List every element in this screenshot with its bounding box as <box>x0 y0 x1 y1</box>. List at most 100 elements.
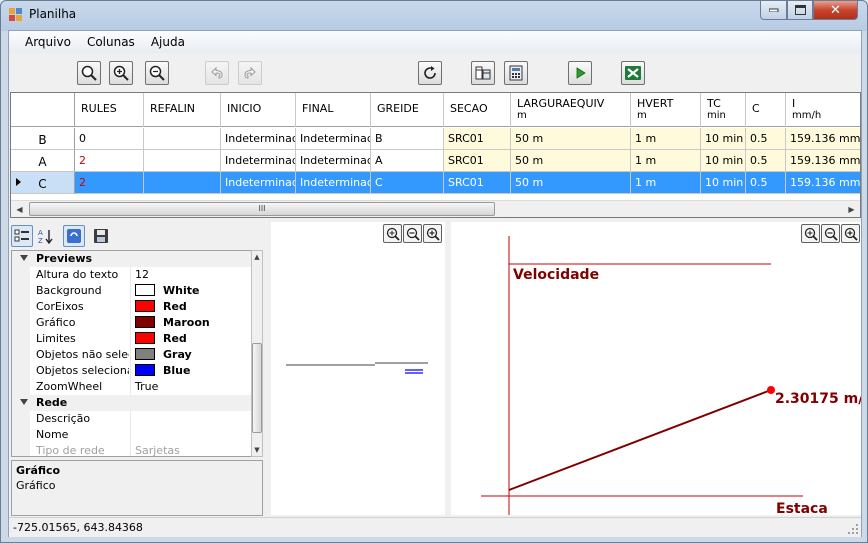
cell-secao[interactable]: SRC01 <box>444 128 511 150</box>
close-button[interactable]: ✕ <box>813 1 858 20</box>
scroll-right-arrow[interactable]: ▶ <box>843 201 860 217</box>
column-header-final[interactable]: FINAL <box>296 93 371 127</box>
property-category[interactable]: Previews <box>12 251 251 267</box>
row-header[interactable]: B <box>11 128 75 150</box>
maximize-button[interactable] <box>787 1 813 20</box>
property-value[interactable]: 12 <box>130 267 251 283</box>
column-header-refalin[interactable]: REFALIN <box>144 93 221 127</box>
menu-ajuda[interactable]: Ajuda <box>143 35 193 49</box>
column-header-i[interactable]: Imm/h <box>786 93 860 127</box>
property-value[interactable]: Red <box>130 299 251 315</box>
cell-larguraequiv[interactable]: 50 m <box>511 128 631 150</box>
column-header-larguraequiv[interactable]: LARGURAEQUIV m <box>511 93 631 127</box>
property-value[interactable]: Red <box>130 331 251 347</box>
menu-colunas[interactable]: Colunas <box>79 35 143 49</box>
property-value[interactable]: Maroon <box>130 315 251 331</box>
collapse-caret-icon[interactable] <box>20 399 28 405</box>
cell-final[interactable]: Indeterminado <box>296 150 371 172</box>
table-row[interactable]: C2IndeterminadoIndeterminadoCSRC0150 m1 … <box>11 172 860 194</box>
cell-i[interactable]: 159.136 mm/h <box>786 172 860 194</box>
plan-preview[interactable] <box>271 222 445 515</box>
categorized-button[interactable] <box>11 225 33 247</box>
cell-final[interactable]: Indeterminado <box>296 128 371 150</box>
scroll-thumb[interactable]: III <box>29 202 495 216</box>
profile-chart[interactable]: Velocidade Estaca 2.30175 m/s <box>451 222 861 515</box>
column-header-hvert[interactable]: HVERT m <box>631 93 701 127</box>
cell-refalin[interactable] <box>144 128 221 150</box>
zoom-out-button[interactable] <box>145 61 169 85</box>
cell-i[interactable]: 159.136 mm/h <box>786 150 860 172</box>
run-button[interactable] <box>568 61 592 85</box>
cell-refalin[interactable] <box>144 172 221 194</box>
scroll-up-arrow[interactable]: ▲ <box>252 251 262 263</box>
table-row[interactable]: A2IndeterminadoIndeterminadoASRC0150 m1 … <box>11 150 860 172</box>
zoom-fit-button[interactable] <box>77 61 101 85</box>
property-value[interactable] <box>130 427 251 443</box>
cell-tc[interactable]: 10 min <box>701 172 746 194</box>
alphabetical-button[interactable]: AZ <box>35 225 57 247</box>
property-value[interactable]: Gray <box>130 347 251 363</box>
column-header-rules[interactable]: RULES <box>75 93 144 127</box>
cell-tc[interactable]: 10 min <box>701 150 746 172</box>
column-header-c[interactable]: C <box>746 93 786 127</box>
calculator-button[interactable] <box>504 61 528 85</box>
property-category[interactable]: Rede <box>12 395 251 411</box>
resize-grip-icon[interactable] <box>847 523 859 535</box>
column-header-tc[interactable]: TC min <box>701 93 746 127</box>
property-row[interactable]: Objetos selecionados Blue <box>12 363 251 379</box>
save-button[interactable] <box>90 225 112 247</box>
table-row[interactable]: B0IndeterminadoIndeterminadoBSRC0150 m1 … <box>11 128 860 150</box>
redo-button[interactable] <box>238 61 262 85</box>
corner-header[interactable] <box>11 93 75 127</box>
cell-final[interactable]: Indeterminado <box>296 172 371 194</box>
cell-hvert[interactable]: 1 m <box>631 128 701 150</box>
cell-inicio[interactable]: Indeterminado <box>221 172 296 194</box>
column-header-greide[interactable]: GREIDE <box>371 93 444 127</box>
scroll-left-arrow[interactable]: ◀ <box>11 201 28 217</box>
property-row[interactable]: Limites Red <box>12 331 251 347</box>
property-pages-button[interactable] <box>63 225 85 247</box>
property-row[interactable]: Background White <box>12 283 251 299</box>
scroll-down-arrow[interactable]: ▼ <box>252 444 262 456</box>
cell-c[interactable]: 0.5 <box>746 150 786 172</box>
row-header[interactable]: C <box>11 172 75 194</box>
cell-rules[interactable]: 2 <box>75 150 144 172</box>
property-scroll-thumb[interactable] <box>252 343 262 433</box>
cell-inicio[interactable]: Indeterminado <box>221 128 296 150</box>
menu-arquivo[interactable]: Arquivo <box>17 35 79 49</box>
cell-inicio[interactable]: Indeterminado <box>221 150 296 172</box>
property-value[interactable]: Blue <box>130 363 251 379</box>
cell-rules[interactable]: 2 <box>75 172 144 194</box>
property-value[interactable]: Sarjetas <box>130 443 251 456</box>
cell-secao[interactable]: SRC01 <box>444 172 511 194</box>
property-row[interactable]: ZoomWheel True <box>12 379 251 395</box>
cell-larguraequiv[interactable]: 50 m <box>511 150 631 172</box>
property-value[interactable]: White <box>130 283 251 299</box>
property-scrollbar[interactable]: ▲ ▼ <box>251 250 263 457</box>
cell-hvert[interactable]: 1 m <box>631 172 701 194</box>
property-value[interactable]: True <box>130 379 251 395</box>
cell-rules[interactable]: 0 <box>75 128 144 150</box>
zoom-in-button[interactable] <box>109 61 133 85</box>
collapse-caret-icon[interactable] <box>20 255 28 261</box>
cell-greide[interactable]: A <box>371 150 444 172</box>
cell-larguraequiv[interactable]: 50 m <box>511 172 631 194</box>
horizontal-scrollbar[interactable]: ◀ III ▶ <box>11 200 860 217</box>
property-value[interactable] <box>130 411 251 427</box>
column-header-inicio[interactable]: INICIO <box>221 93 296 127</box>
property-row[interactable]: CorEixos Red <box>12 299 251 315</box>
columns-button[interactable] <box>471 61 495 85</box>
title-bar[interactable]: Planilha ✕ <box>1 1 867 29</box>
cell-greide[interactable]: B <box>371 128 444 150</box>
property-row[interactable]: Descrição <box>12 411 251 427</box>
cell-hvert[interactable]: 1 m <box>631 150 701 172</box>
property-row[interactable]: Altura do texto 12 <box>12 267 251 283</box>
property-row[interactable]: Nome <box>12 427 251 443</box>
cell-tc[interactable]: 10 min <box>701 128 746 150</box>
cell-secao[interactable]: SRC01 <box>444 150 511 172</box>
property-row[interactable]: Objetos não selecionados Gray <box>12 347 251 363</box>
cell-greide[interactable]: C <box>371 172 444 194</box>
row-header[interactable]: A <box>11 150 75 172</box>
property-row[interactable]: Gráfico Maroon <box>12 315 251 331</box>
cell-c[interactable]: 0.5 <box>746 128 786 150</box>
